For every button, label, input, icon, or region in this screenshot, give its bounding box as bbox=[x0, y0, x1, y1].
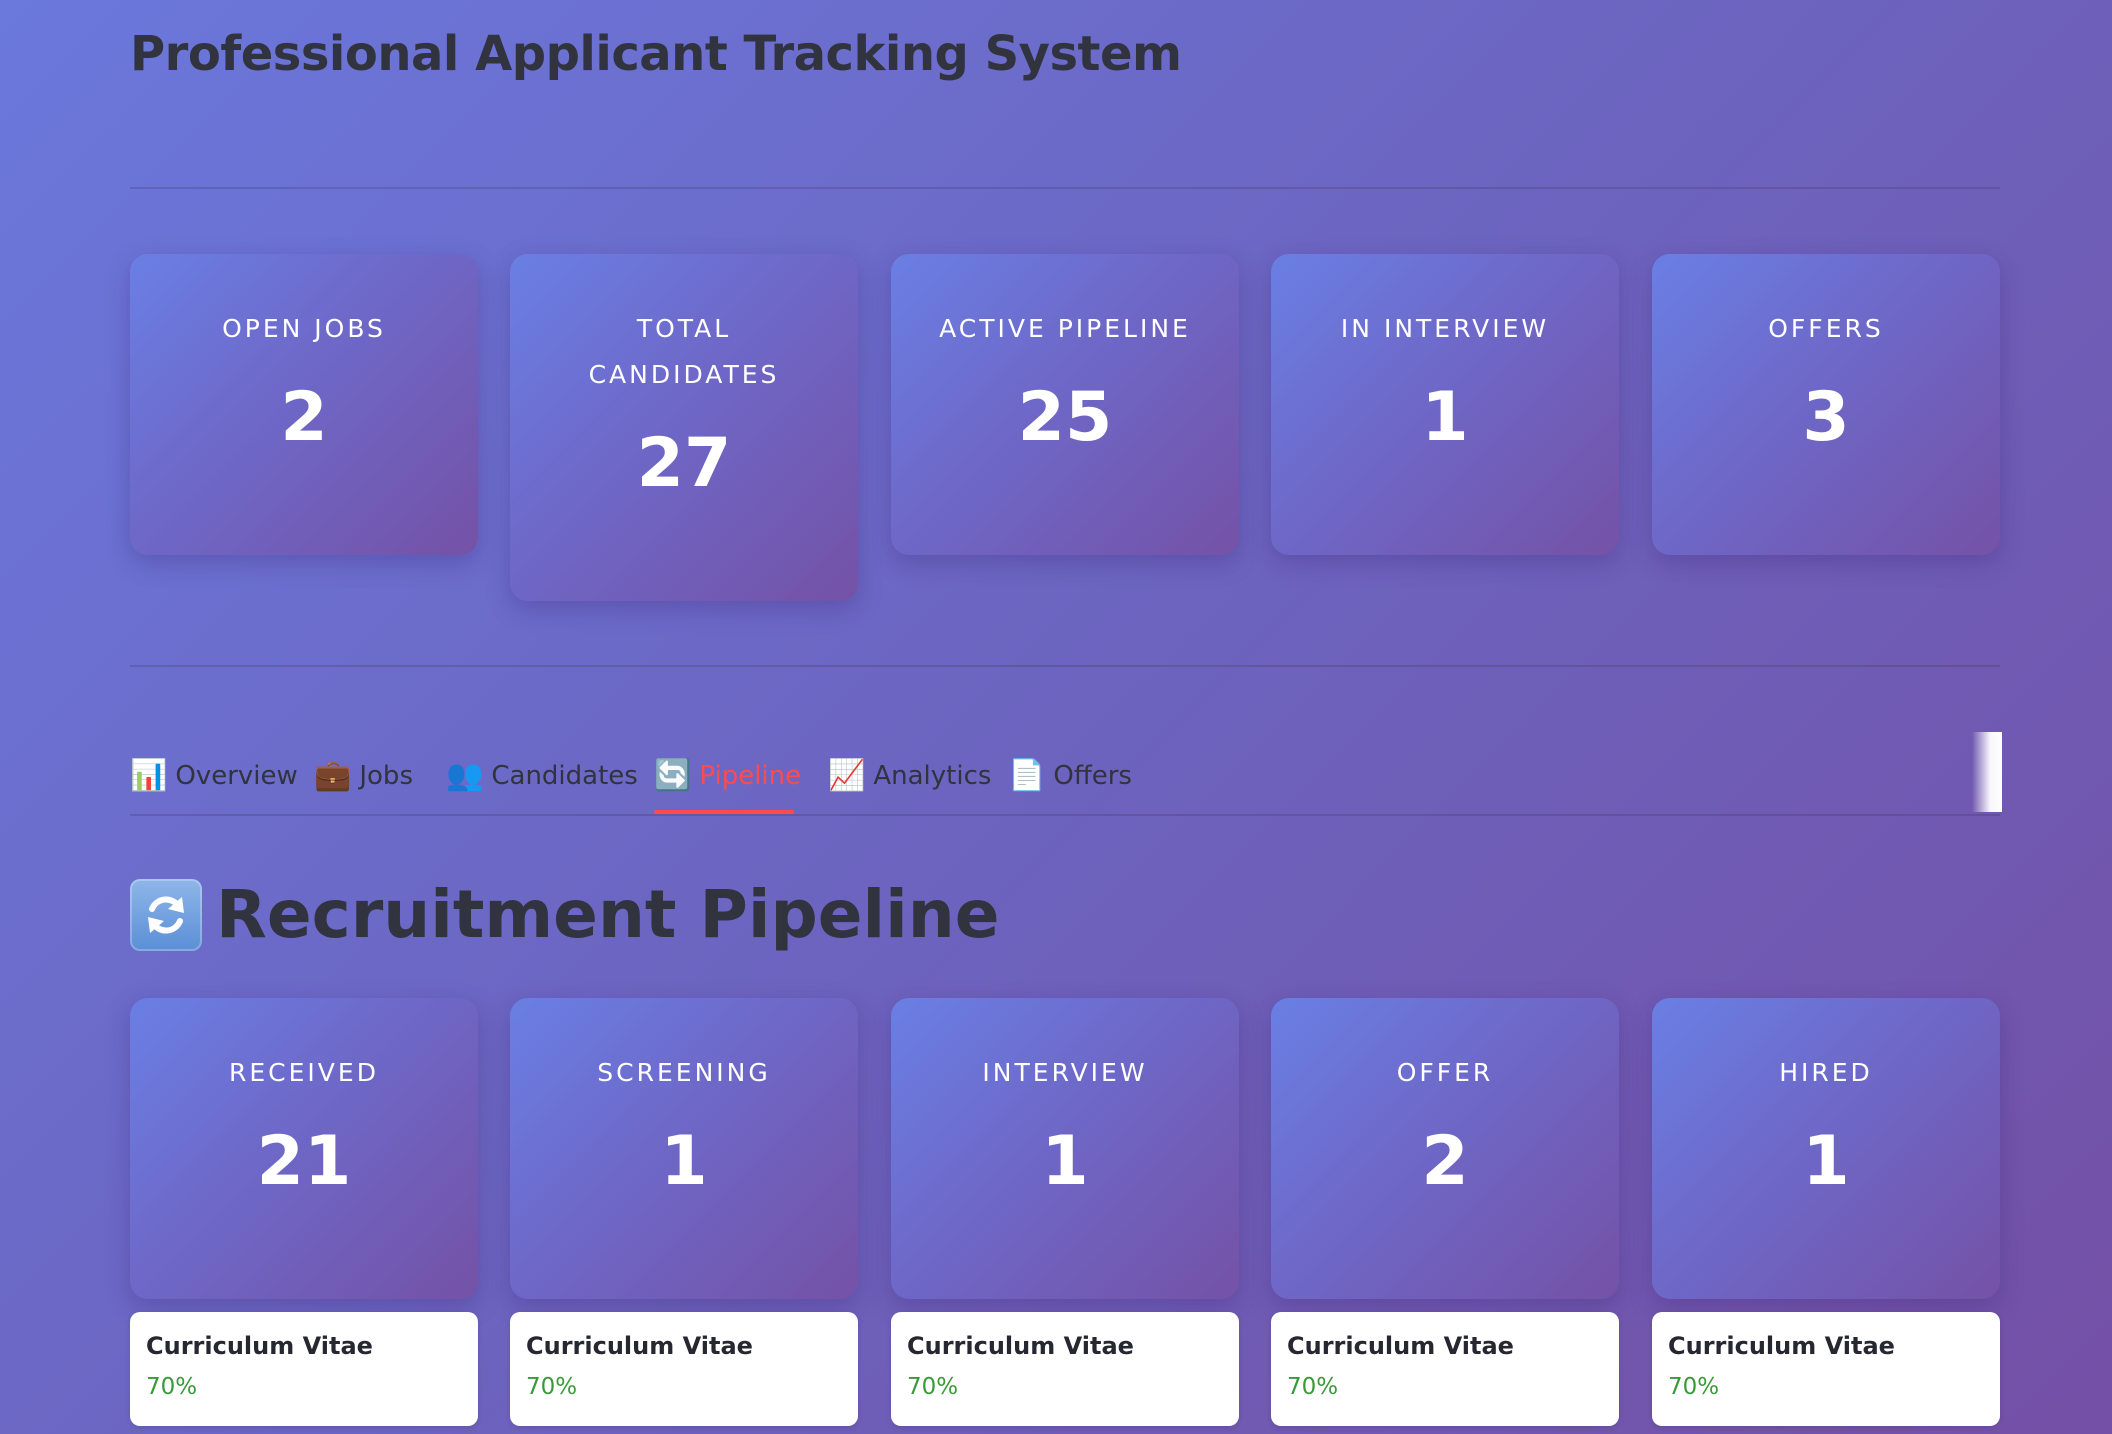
candidate-card[interactable]: Curriculum Vitae 70% bbox=[891, 1312, 1239, 1426]
stage-count: 2 bbox=[1421, 1122, 1469, 1201]
stage-label: RECEIVED bbox=[229, 1058, 379, 1087]
metric-card-active-pipeline: ACTIVE PIPELINE 25 bbox=[891, 254, 1239, 555]
refresh-icon bbox=[130, 878, 202, 951]
metric-label: OFFERS bbox=[1768, 314, 1884, 343]
metric-card-in-interview: IN INTERVIEW 1 bbox=[1271, 254, 1619, 555]
metric-label: TOTAL CANDIDATES bbox=[588, 314, 780, 389]
stage-count: 1 bbox=[1041, 1122, 1089, 1201]
metric-card-total-candidates: TOTAL CANDIDATES 27 bbox=[510, 254, 858, 601]
active-tab-indicator bbox=[654, 810, 794, 814]
candidate-name: Curriculum Vitae bbox=[146, 1332, 373, 1360]
refresh-icon: 🔄 bbox=[654, 758, 692, 793]
briefcase-icon: 💼 bbox=[314, 758, 352, 793]
stage-label: OFFER bbox=[1396, 1058, 1494, 1087]
stage-card-interview: INTERVIEW 1 bbox=[891, 998, 1239, 1299]
tab-overview[interactable]: 📊 Overview bbox=[130, 746, 298, 806]
tab-label: Jobs bbox=[359, 761, 413, 791]
stage-label: INTERVIEW bbox=[982, 1058, 1148, 1087]
candidate-score: 70% bbox=[146, 1374, 198, 1400]
metric-label: IN INTERVIEW bbox=[1340, 314, 1550, 343]
tab-jobs[interactable]: 💼 Jobs bbox=[314, 746, 413, 806]
tab-label: Overview bbox=[175, 761, 298, 791]
candidate-score: 70% bbox=[1287, 1374, 1339, 1400]
refresh-icon-svg bbox=[148, 895, 184, 934]
candidate-name: Curriculum Vitae bbox=[907, 1332, 1134, 1360]
candidate-name: Curriculum Vitae bbox=[526, 1332, 753, 1360]
section-title-text: Recruitment Pipeline bbox=[216, 876, 1000, 953]
tab-bar: 📊 Overview 💼 Jobs 👥 Candidates 🔄 Pipelin… bbox=[130, 726, 2000, 816]
stage-card-received: RECEIVED 21 bbox=[130, 998, 478, 1299]
metric-value: 3 bbox=[1802, 378, 1850, 457]
tab-label: Offers bbox=[1053, 761, 1132, 791]
tab-label: Candidates bbox=[491, 761, 638, 791]
document-icon: 📄 bbox=[1008, 758, 1046, 793]
tab-candidates[interactable]: 👥 Candidates bbox=[446, 746, 638, 806]
stage-card-screening: SCREENING 1 bbox=[510, 998, 858, 1299]
metric-value: 25 bbox=[1017, 378, 1113, 457]
candidate-card[interactable]: Curriculum Vitae 70% bbox=[130, 1312, 478, 1426]
tab-analytics[interactable]: 📈 Analytics bbox=[828, 746, 991, 806]
metric-value: 2 bbox=[280, 378, 328, 457]
candidate-score: 70% bbox=[907, 1374, 959, 1400]
stage-card-offer: OFFER 2 bbox=[1271, 998, 1619, 1299]
tab-scroll-fade[interactable] bbox=[1972, 732, 2002, 812]
candidate-score: 70% bbox=[1668, 1374, 1720, 1400]
header-divider bbox=[130, 187, 2000, 189]
metric-value: 27 bbox=[636, 424, 732, 503]
candidate-card[interactable]: Curriculum Vitae 70% bbox=[1652, 1312, 2000, 1426]
people-icon: 👥 bbox=[446, 758, 484, 793]
stage-count: 1 bbox=[1802, 1122, 1850, 1201]
page-title: Professional Applicant Tracking System bbox=[130, 26, 1182, 82]
bar-chart-icon: 📊 bbox=[130, 758, 168, 793]
metric-card-offers: OFFERS 3 bbox=[1652, 254, 2000, 555]
tab-label: Analytics bbox=[873, 761, 992, 791]
candidate-card[interactable]: Curriculum Vitae 70% bbox=[1271, 1312, 1619, 1426]
candidate-name: Curriculum Vitae bbox=[1668, 1332, 1895, 1360]
metric-label: ACTIVE PIPELINE bbox=[939, 314, 1191, 343]
stage-label: SCREENING bbox=[597, 1058, 771, 1087]
stage-count: 21 bbox=[256, 1122, 352, 1201]
line-chart-icon: 📈 bbox=[828, 758, 866, 793]
metric-value: 1 bbox=[1421, 378, 1469, 457]
candidate-name: Curriculum Vitae bbox=[1287, 1332, 1514, 1360]
metric-label: OPEN JOBS bbox=[222, 314, 386, 343]
candidate-card[interactable]: Curriculum Vitae 70% bbox=[510, 1312, 858, 1426]
stage-card-hired: HIRED 1 bbox=[1652, 998, 2000, 1299]
metrics-divider bbox=[130, 665, 2000, 667]
stage-label: HIRED bbox=[1779, 1058, 1873, 1087]
tab-label: Pipeline bbox=[699, 761, 802, 791]
tab-offers[interactable]: 📄 Offers bbox=[1008, 746, 1132, 806]
section-title: Recruitment Pipeline bbox=[130, 876, 999, 953]
stage-count: 1 bbox=[660, 1122, 708, 1201]
metric-card-open-jobs: OPEN JOBS 2 bbox=[130, 254, 478, 555]
tab-pipeline[interactable]: 🔄 Pipeline bbox=[654, 746, 801, 806]
candidate-score: 70% bbox=[526, 1374, 578, 1400]
